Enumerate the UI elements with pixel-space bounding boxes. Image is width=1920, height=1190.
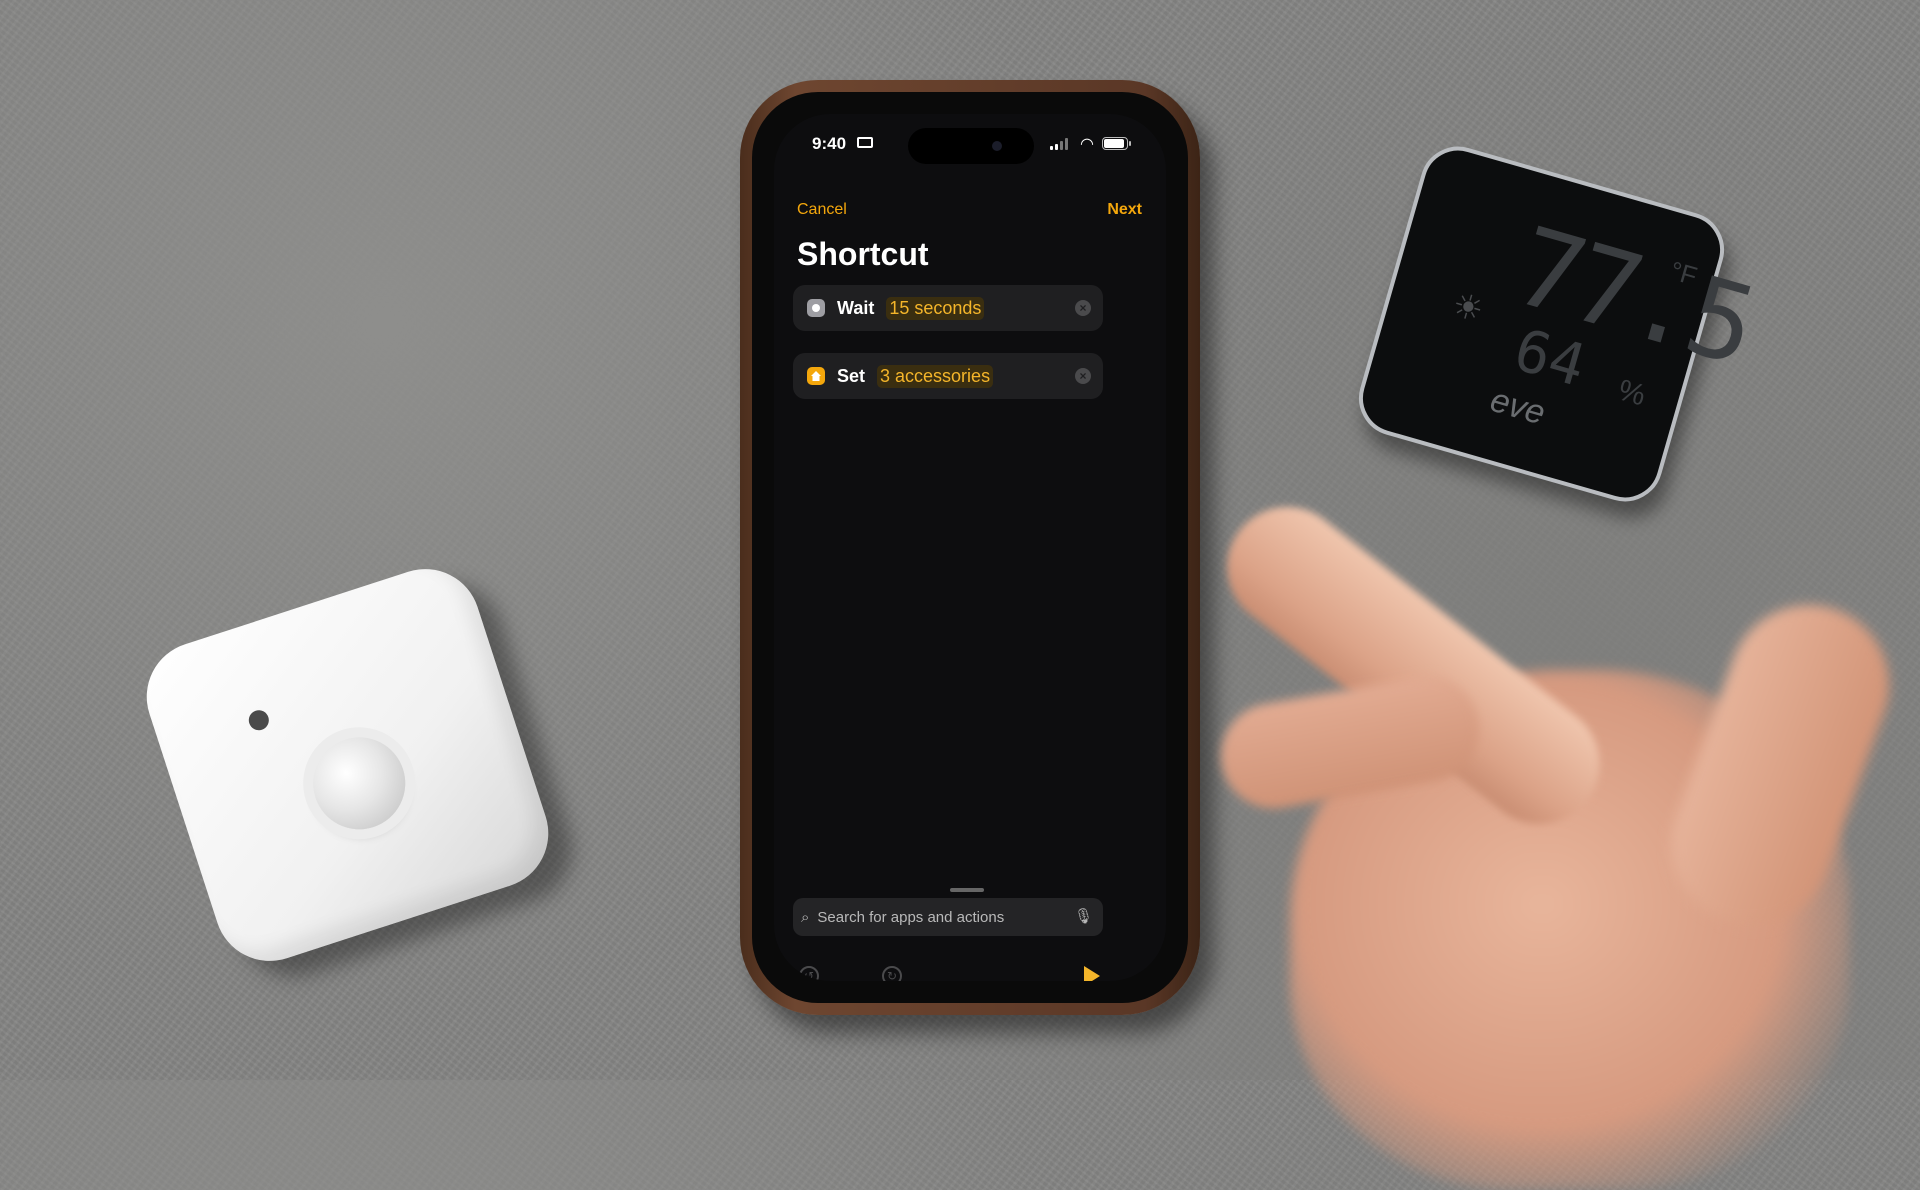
action-parameter[interactable]: 3 accessories [877, 364, 994, 388]
wifi-icon: ◠ [1080, 136, 1094, 153]
eve-humidity: 64 [1507, 315, 1593, 400]
cancel-button[interactable]: Cancel [797, 201, 847, 219]
sun-icon: ☀ [1447, 285, 1488, 331]
dynamic-island [908, 128, 1034, 164]
undo-icon[interactable]: ↺ [799, 966, 819, 981]
remove-action-button[interactable]: × [1075, 368, 1091, 384]
action-set-accessories[interactable]: Set 3 accessories × [793, 353, 1103, 399]
phone-screen: 9:40 ◠ Cancel Next Shortcut Wait 15 seco… [774, 114, 1166, 981]
screen-mirroring-icon [857, 137, 873, 148]
sensor-led [246, 707, 272, 733]
action-wait[interactable]: Wait 15 seconds × [793, 285, 1103, 331]
next-button[interactable]: Next [1107, 201, 1142, 219]
phone-bezel: 9:40 ◠ Cancel Next Shortcut Wait 15 seco… [752, 92, 1188, 1003]
iphone: 9:40 ◠ Cancel Next Shortcut Wait 15 seco… [740, 80, 1200, 1015]
remove-action-button[interactable]: × [1075, 300, 1091, 316]
action-verb: Set [837, 365, 866, 386]
front-camera [992, 141, 1002, 151]
stopwatch-icon [807, 299, 825, 317]
motion-sensor-device [132, 554, 563, 976]
microphone-icon[interactable]: 🎙 [1074, 907, 1093, 925]
eve-humidity-unit: % [1614, 373, 1650, 413]
redo-icon[interactable]: ↻ [882, 966, 902, 981]
sensor-lens [301, 725, 418, 842]
status-time: 9:40 [812, 134, 847, 153]
play-icon[interactable] [1084, 966, 1100, 981]
action-verb: Wait [837, 297, 875, 318]
sheet-grabber[interactable] [950, 888, 984, 892]
action-search-field[interactable]: ⌕ Search for apps and actions 🎙 [793, 898, 1103, 936]
page-title: Shortcut [797, 236, 929, 272]
cellular-signal-icon [1050, 138, 1068, 150]
battery-icon [1102, 137, 1131, 150]
hand [1180, 440, 1920, 1190]
action-parameter[interactable]: 15 seconds [886, 296, 985, 320]
search-icon: ⌕ [801, 908, 810, 926]
search-placeholder: Search for apps and actions [817, 908, 1005, 926]
eve-weather-sensor: ☀ 77.5 °F 64 % eve [1349, 137, 1764, 511]
home-icon [807, 367, 825, 385]
